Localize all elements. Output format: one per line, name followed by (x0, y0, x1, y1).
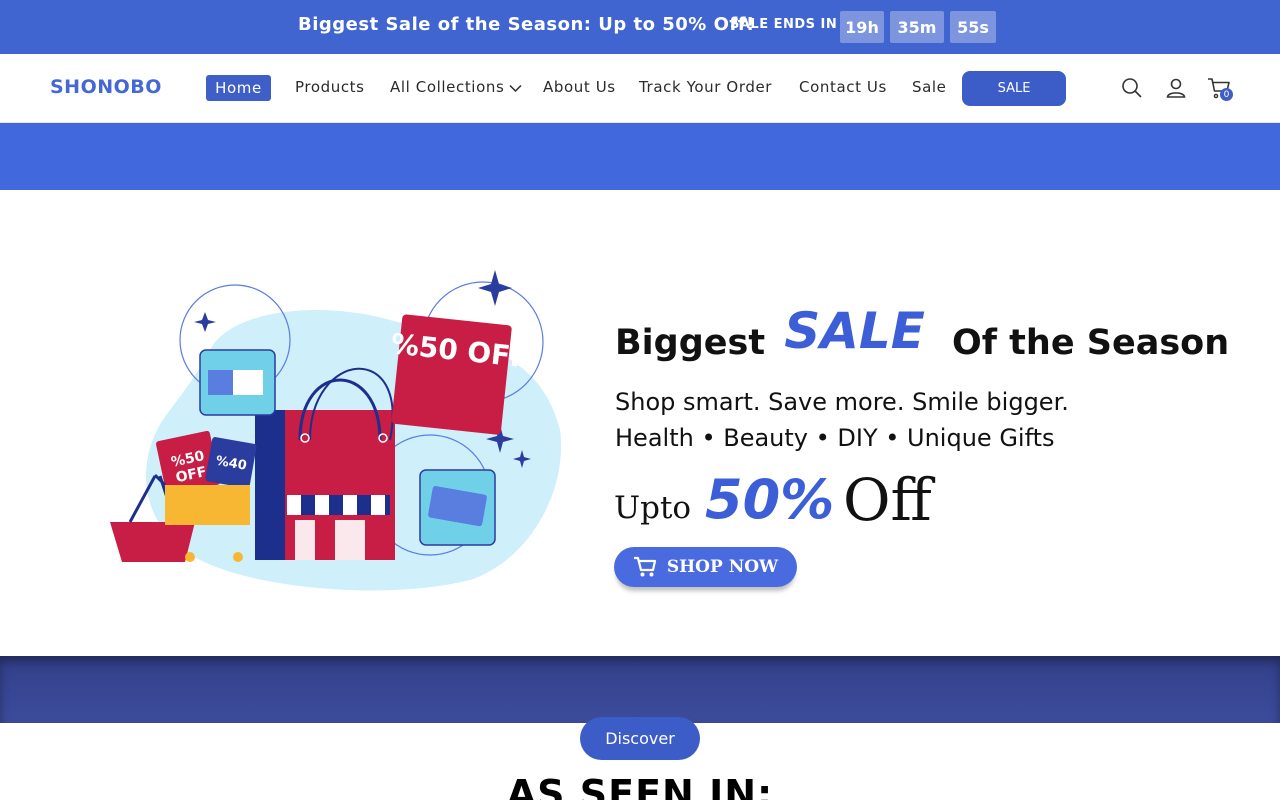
nav-about-us[interactable]: About Us (543, 78, 616, 96)
hero-percent: 50% (705, 468, 835, 531)
account-icon[interactable] (1164, 76, 1188, 100)
shop-now-label: SHOP NOW (666, 557, 779, 577)
nav-contact-us[interactable]: Contact Us (799, 78, 887, 96)
nav-all-collections[interactable]: All Collections (390, 78, 504, 96)
nav-track-order[interactable]: Track Your Order (639, 78, 772, 96)
announcement-text: Biggest Sale of the Season: Up to 50% Of… (298, 14, 755, 35)
discover-button[interactable]: Discover (580, 717, 700, 760)
cart-icon (633, 556, 656, 577)
hero-upto: Upto (614, 490, 692, 526)
countdown-seconds: 55s (950, 11, 996, 43)
hero-title: Biggest SALE Of the Season (615, 302, 1230, 366)
hero-title-biggest: Biggest (615, 323, 766, 363)
hero-band-top (0, 123, 1280, 190)
hero-banner[interactable]: %50 OFF %50 OFF %40 Biggest SALE Of the … (0, 190, 1280, 656)
as-seen-in-heading: AS SEEN IN: (506, 772, 774, 800)
sale-button[interactable]: SALE (962, 71, 1066, 106)
nav-home[interactable]: Home (206, 75, 271, 101)
countdown-hours: 19h (840, 11, 884, 43)
nav-products[interactable]: Products (295, 78, 365, 96)
search-icon[interactable] (1120, 76, 1144, 100)
hero-band-bottom (0, 656, 1280, 723)
sale-ends-label: SALE ENDS IN (730, 17, 838, 32)
nav-sale[interactable]: Sale (912, 78, 947, 96)
shop-now-button[interactable]: SHOP NOW (614, 547, 797, 587)
hero-title-sale: SALE (784, 302, 925, 360)
site-header: SHONOBO Home Products All Collections Ab… (0, 54, 1280, 123)
cart-count-badge: 0 (1220, 88, 1233, 101)
shopping-illustration: %50 OFF %50 OFF %40 (110, 270, 562, 591)
site-logo[interactable]: SHONOBO (50, 76, 162, 98)
announcement-bar: Biggest Sale of the Season: Up to 50% Of… (0, 0, 1280, 54)
countdown-minutes: 35m (890, 11, 944, 43)
hero-title-season: Of the Season (952, 323, 1230, 363)
hero-off: Off (843, 466, 932, 534)
chevron-down-icon[interactable] (509, 84, 522, 93)
hero-tagline: Shop smart. Save more. Smile bigger. (615, 388, 1069, 416)
hero-categories: Health • Beauty • DIY • Unique Gifts (615, 424, 1055, 452)
